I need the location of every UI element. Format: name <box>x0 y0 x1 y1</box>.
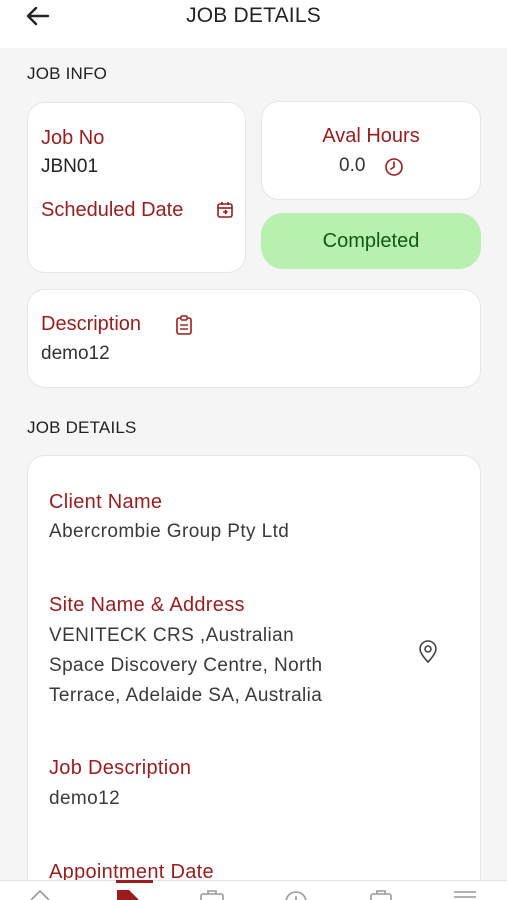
description-card: Description demo12 <box>27 289 481 388</box>
description-label: Description <box>41 313 142 335</box>
active-tab-indicator <box>116 880 153 883</box>
job-description-label: Job Description <box>49 757 192 779</box>
site-address-line-1: VENITECK CRS ,Australian <box>49 625 295 646</box>
home-nav-icon[interactable] <box>28 888 52 900</box>
aval-hours-card: Aval Hours 0.0 <box>261 101 481 200</box>
jobs-nav-icon[interactable] <box>115 888 141 900</box>
site-address-line-2: Space Discovery Centre, North <box>49 655 323 676</box>
scheduled-date-label: Scheduled Date <box>41 199 184 221</box>
description-value: demo12 <box>41 343 110 364</box>
job-no-value: JBN01 <box>41 156 99 177</box>
aval-hours-label: Aval Hours <box>322 125 420 147</box>
status-badge: Completed <box>261 213 481 269</box>
job-no-label: Job No <box>41 127 105 149</box>
bag-nav-icon[interactable] <box>368 888 394 900</box>
job-info-section-title: JOB INFO <box>27 64 107 83</box>
bottom-navigation <box>0 880 507 900</box>
clipboard-icon <box>176 315 192 335</box>
site-name-address-label: Site Name & Address <box>49 594 245 616</box>
client-name-label: Client Name <box>49 491 163 513</box>
job-description-value: demo12 <box>49 788 121 809</box>
job-number-card: Job No JBN01 Scheduled Date <box>27 102 246 273</box>
job-details-section-title: JOB DETAILS <box>27 418 137 437</box>
calendar-icon[interactable] <box>216 201 234 219</box>
clock-nav-icon[interactable] <box>283 888 309 900</box>
site-address-line-3: Terrace, Adelaide SA, Australia <box>49 685 323 706</box>
top-app-bar: JOB DETAILS <box>0 0 507 48</box>
menu-nav-icon[interactable] <box>452 888 478 900</box>
aval-hours-value: 0.0 <box>339 155 366 176</box>
briefcase-nav-icon[interactable] <box>198 888 226 900</box>
page-title: JOB DETAILS <box>186 4 321 27</box>
location-pin-icon[interactable] <box>417 640 439 664</box>
client-name-value: Abercrombie Group Pty Ltd <box>49 521 290 542</box>
clock-icon <box>385 158 403 176</box>
